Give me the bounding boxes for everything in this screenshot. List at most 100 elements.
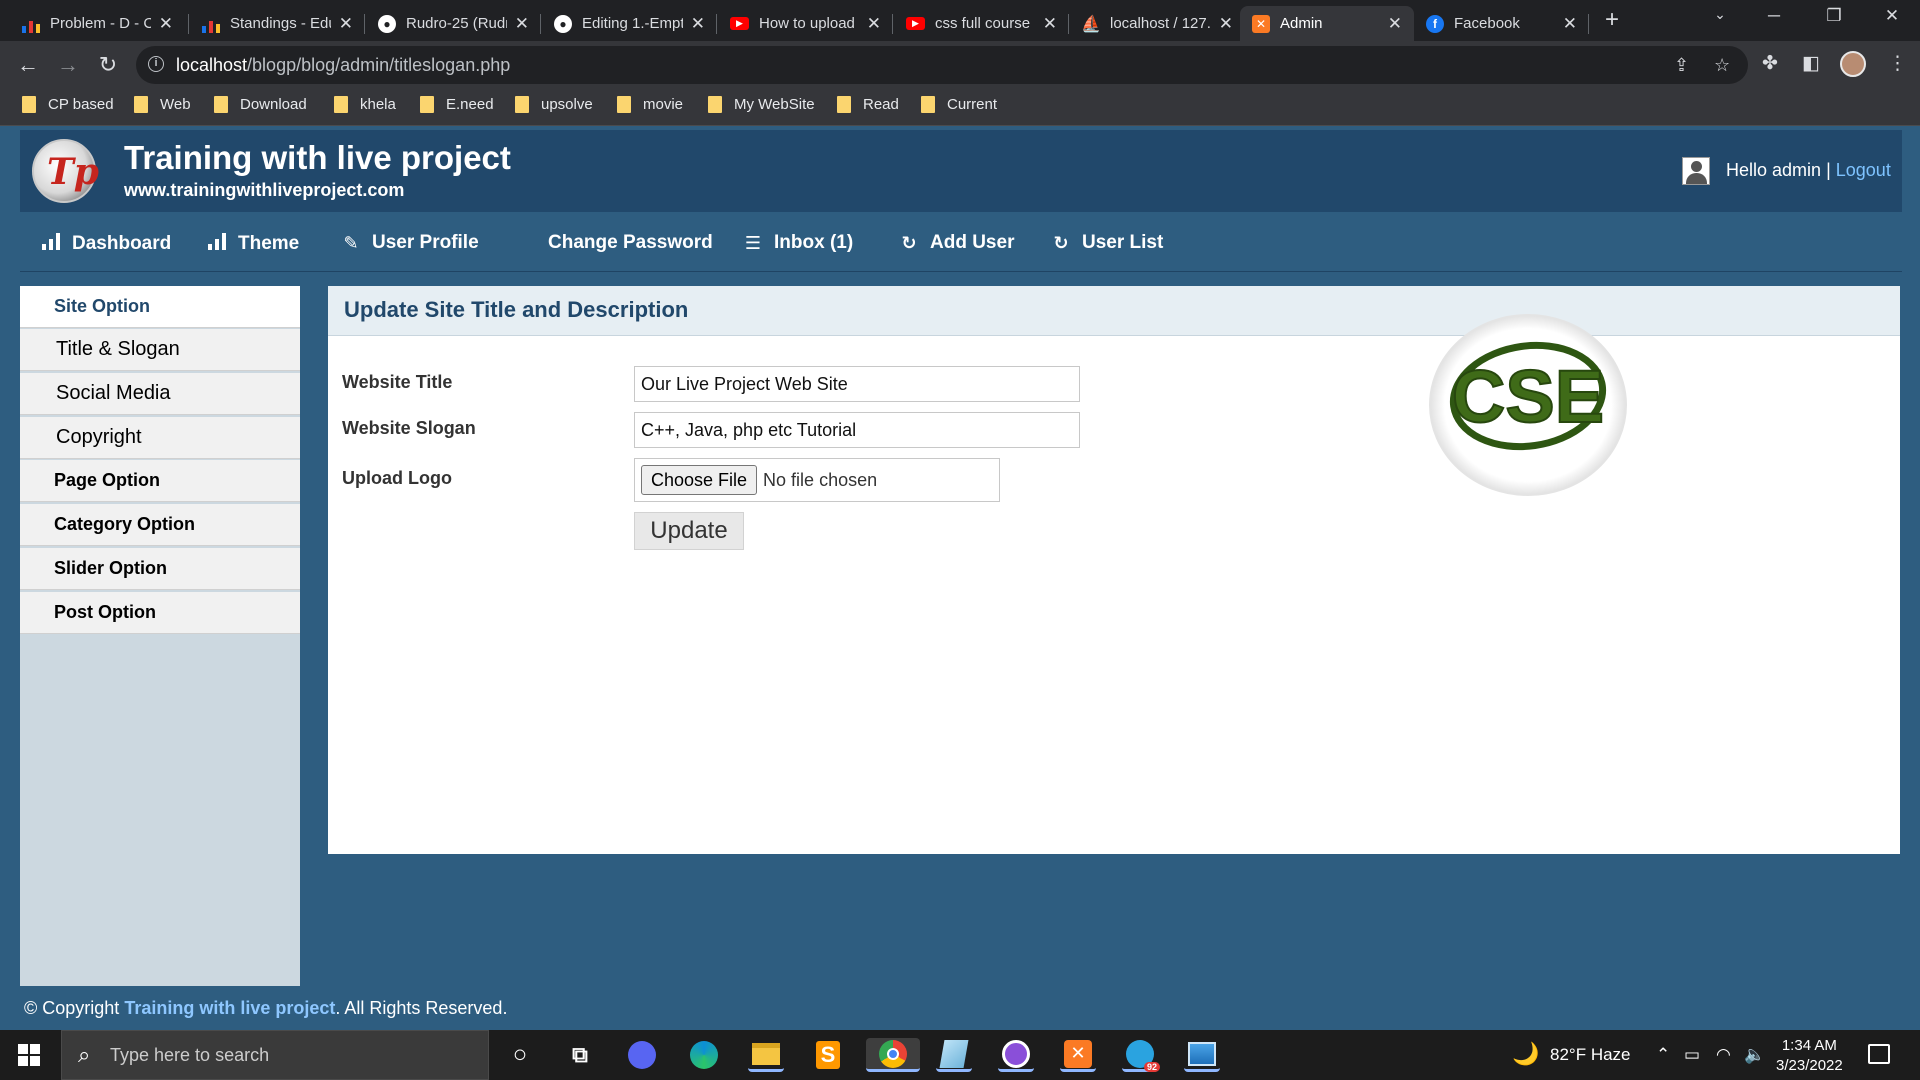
- tab-title: Rudro-25 (Rudro): [406, 15, 507, 32]
- github-desktop-icon[interactable]: [998, 1038, 1034, 1072]
- bookmark-folder[interactable]: khela: [334, 96, 396, 113]
- reload-icon[interactable]: ↻: [94, 52, 122, 78]
- logout-link[interactable]: Logout: [1836, 160, 1891, 180]
- bookmark-star-icon[interactable]: ☆: [1714, 55, 1730, 76]
- close-icon[interactable]: ✕: [1388, 14, 1402, 34]
- logo-file-input[interactable]: Choose File No file chosen: [634, 458, 1000, 502]
- edge-icon[interactable]: [686, 1038, 722, 1072]
- browser-tab[interactable]: ● Rudro-25 (Rudro) ✕: [366, 6, 541, 41]
- sidebar-item-copyright[interactable]: Copyright: [20, 417, 300, 459]
- browser-tab[interactable]: f Facebook ✕: [1414, 6, 1589, 41]
- battery-icon[interactable]: ▭: [1684, 1045, 1700, 1065]
- bookmark-folder[interactable]: CP based: [22, 96, 114, 113]
- nav-change-password[interactable]: Change Password: [548, 232, 713, 254]
- notepad-icon[interactable]: [936, 1038, 972, 1072]
- sidebar-label: Page Option: [54, 470, 161, 490]
- address-bar[interactable]: i localhost/blogp/blog/admin/titleslogan…: [136, 46, 1748, 84]
- windows-start-icon[interactable]: [18, 1044, 40, 1066]
- new-tab-plus-icon[interactable]: +: [1600, 6, 1624, 36]
- sidebar-item-slider-option[interactable]: Slider Option: [20, 548, 300, 590]
- xampp-icon[interactable]: ✕: [1060, 1038, 1096, 1072]
- url-text[interactable]: localhost/blogp/blog/admin/titleslogan.p…: [176, 55, 510, 76]
- sidebar-item-page-option[interactable]: Page Option: [20, 460, 300, 502]
- file-explorer-icon[interactable]: [748, 1038, 784, 1072]
- close-icon[interactable]: ✕: [159, 14, 173, 34]
- sidebar-item-post-option[interactable]: Post Option: [20, 592, 300, 634]
- bookmark-folder[interactable]: movie: [617, 96, 683, 113]
- bookmark-folder[interactable]: Download: [214, 96, 307, 113]
- wifi-icon[interactable]: ◠: [1716, 1045, 1731, 1065]
- browser-tab-bar: Problem - D - Codeforces ✕ Standings - E…: [0, 0, 1920, 41]
- user-avatar-icon: [1682, 157, 1710, 185]
- close-icon[interactable]: ✕: [691, 14, 705, 34]
- bookmark-folder[interactable]: E.need: [420, 96, 494, 113]
- browser-tab[interactable]: ⛵ localhost / 127.0.0.1 ✕: [1070, 6, 1245, 41]
- taskbar-search-box[interactable]: ⌕ Type here to search: [61, 1030, 489, 1080]
- sublime-text-icon[interactable]: S: [810, 1038, 846, 1072]
- sidebar-item-social-media[interactable]: Social Media: [20, 373, 300, 415]
- website-slogan-input[interactable]: [634, 412, 1080, 448]
- forward-arrow-icon[interactable]: →: [54, 52, 82, 78]
- tray-chevron-up-icon[interactable]: ⌃: [1656, 1045, 1670, 1065]
- update-button[interactable]: Update: [634, 512, 744, 550]
- chrome-icon[interactable]: [866, 1038, 920, 1072]
- browser-tab[interactable]: ● Editing 1.-Empty ✕: [542, 6, 717, 41]
- website-title-input[interactable]: [634, 366, 1080, 402]
- nav-theme[interactable]: Theme: [206, 232, 299, 255]
- telegram-icon[interactable]: 92: [1122, 1038, 1160, 1072]
- browser-tab[interactable]: Problem - D - Codeforces ✕: [10, 6, 185, 41]
- volume-icon[interactable]: 🔈: [1744, 1045, 1765, 1065]
- edit-icon: ✎: [343, 232, 359, 253]
- close-icon[interactable]: ✕: [1563, 14, 1577, 34]
- cortana-icon[interactable]: ○: [502, 1038, 538, 1072]
- profile-avatar[interactable]: [1840, 51, 1866, 77]
- bookmark-folder[interactable]: Current: [921, 96, 997, 113]
- nav-inbox[interactable]: ☰ Inbox (1): [742, 232, 853, 254]
- side-panel-icon[interactable]: ◧: [1802, 52, 1820, 75]
- nav-label: User List: [1082, 232, 1164, 253]
- chrome-menu-icon[interactable]: ⋮: [1888, 52, 1907, 75]
- nav-user-profile[interactable]: ✎ User Profile: [340, 232, 478, 254]
- choose-file-button[interactable]: Choose File: [641, 465, 758, 495]
- bookmark-folder[interactable]: My WebSite: [708, 96, 815, 113]
- site-logo[interactable]: Tp: [32, 139, 99, 203]
- window-close-icon[interactable]: ✕: [1872, 6, 1912, 26]
- browser-tab-active[interactable]: ✕ Admin ✕: [1240, 6, 1414, 41]
- minimize-icon[interactable]: ─: [1754, 6, 1794, 26]
- nav-user-list[interactable]: ↻ User List: [1050, 232, 1163, 254]
- bookmark-folder[interactable]: Read: [837, 96, 899, 113]
- notification-center-icon[interactable]: [1868, 1044, 1890, 1064]
- nav-dashboard[interactable]: Dashboard: [40, 232, 171, 255]
- sidebar-item-title-slogan[interactable]: Title & Slogan: [20, 329, 300, 371]
- extensions-puzzle-icon[interactable]: ✤: [1762, 52, 1778, 75]
- site-info-icon[interactable]: i: [148, 56, 164, 72]
- browser-tab[interactable]: Standings - Educational ✕: [190, 6, 365, 41]
- close-icon[interactable]: ✕: [339, 14, 353, 34]
- browser-tab[interactable]: ▶ css full course ✕: [894, 6, 1069, 41]
- nav-add-user[interactable]: ↻ Add User: [898, 232, 1014, 254]
- share-icon[interactable]: ⇪: [1674, 55, 1689, 76]
- photos-icon[interactable]: [1184, 1038, 1220, 1072]
- tab-title: css full course: [935, 15, 1031, 32]
- close-icon[interactable]: ✕: [515, 14, 529, 34]
- taskbar-clock[interactable]: 1:34 AM 3/23/2022: [1776, 1036, 1843, 1076]
- discord-icon[interactable]: [624, 1038, 660, 1072]
- tab-search-chevron-icon[interactable]: ⌄: [1700, 6, 1740, 23]
- telegram-badge: 92: [1143, 1061, 1160, 1072]
- task-view-icon[interactable]: ⧉: [562, 1038, 598, 1072]
- sidebar-item-site-option[interactable]: Site Option: [20, 286, 300, 328]
- weather-moon-icon[interactable]: 🌙: [1512, 1041, 1539, 1067]
- close-icon[interactable]: ✕: [1043, 14, 1057, 34]
- close-icon[interactable]: ✕: [1219, 14, 1233, 34]
- sidebar-item-category-option[interactable]: Category Option: [20, 504, 300, 546]
- back-arrow-icon[interactable]: ←: [14, 52, 42, 78]
- youtube-icon: ▶: [906, 17, 925, 30]
- close-icon[interactable]: ✕: [867, 14, 881, 34]
- restore-icon[interactable]: ❐: [1814, 6, 1854, 26]
- weather-text[interactable]: 82°F Haze: [1550, 1045, 1631, 1065]
- folder-icon: [617, 96, 631, 113]
- bookmark-folder[interactable]: Web: [134, 96, 191, 113]
- bookmark-folder[interactable]: upsolve: [515, 96, 593, 113]
- footer-brand-link[interactable]: Training with live project: [124, 998, 335, 1018]
- browser-tab[interactable]: ▶ How to upload ✕: [718, 6, 893, 41]
